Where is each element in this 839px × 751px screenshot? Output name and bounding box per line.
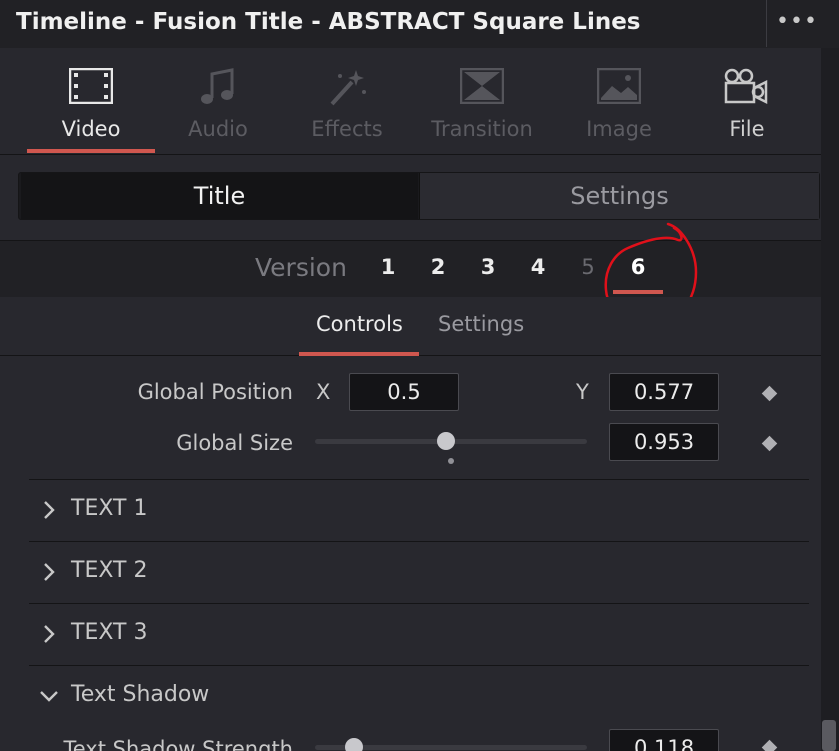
title-settings-toggle: Title Settings	[18, 172, 820, 220]
tab-transition-label: Transition	[431, 117, 533, 141]
section-title: TEXT 1	[71, 496, 148, 521]
chevron-right-icon	[44, 563, 55, 581]
section-text-3[interactable]: TEXT 3	[29, 603, 809, 666]
magic-wand-icon	[330, 70, 366, 106]
tab-video-label: Video	[61, 117, 121, 141]
y-axis-label: Y	[576, 380, 589, 404]
transition-icon	[460, 68, 504, 104]
tab-file-label: File	[729, 117, 765, 141]
keyframe-diamond-icon[interactable]	[761, 739, 778, 751]
global-size-slider-knob[interactable]	[437, 432, 455, 450]
version-4[interactable]: 4	[523, 255, 553, 279]
tab-file[interactable]: File	[683, 48, 811, 154]
text-shadow-strength-knob[interactable]	[345, 738, 363, 751]
chevron-right-icon	[44, 501, 55, 519]
section-text-1[interactable]: TEXT 1	[29, 479, 809, 542]
keyframe-diamond-icon[interactable]	[761, 385, 778, 402]
tab-image-label: Image	[586, 117, 652, 141]
inspector-panel: Timeline - Fusion Title - ABSTRACT Squar…	[0, 0, 839, 751]
global-size-label: Global Size	[176, 431, 293, 455]
slider-default-marker	[448, 458, 454, 464]
title-tab[interactable]: Title	[21, 173, 418, 219]
tab-image[interactable]: Image	[555, 48, 683, 154]
text-shadow-strength-field[interactable]: 0.118	[609, 729, 719, 751]
chevron-down-icon	[40, 691, 58, 702]
tab-effects[interactable]: Effects	[283, 48, 411, 154]
position-y-field[interactable]: 0.577	[609, 373, 719, 411]
image-icon	[597, 68, 641, 104]
global-position-label: Global Position	[137, 380, 293, 404]
film-icon	[69, 68, 113, 104]
section-text-2[interactable]: TEXT 2	[29, 541, 809, 604]
keyframe-diamond-icon[interactable]	[761, 435, 778, 452]
section-title: Text Shadow	[71, 682, 210, 707]
camera-icon	[724, 68, 768, 105]
section-text-shadow[interactable]: Text Shadow	[29, 665, 809, 728]
position-x-field[interactable]: 0.5	[349, 373, 459, 411]
version-selected-underline	[613, 290, 663, 294]
section-title: TEXT 2	[71, 558, 148, 583]
controls-tab[interactable]: Controls	[316, 312, 403, 336]
text-shadow-strength-label: Text Shadow Strength	[63, 737, 293, 751]
section-title: TEXT 3	[71, 620, 148, 645]
ellipsis-icon[interactable]: •••	[776, 8, 836, 36]
music-note-icon	[201, 68, 234, 104]
header-divider	[766, 0, 767, 47]
version-2[interactable]: 2	[423, 255, 453, 279]
settings-subtab[interactable]: Settings	[438, 312, 524, 336]
tab-transition[interactable]: Transition	[418, 48, 546, 154]
version-5[interactable]: 5	[573, 255, 603, 279]
tab-effects-label: Effects	[311, 117, 383, 141]
vertical-scrollbar[interactable]	[821, 48, 839, 751]
tab-audio-label: Audio	[188, 117, 248, 141]
scrollbar-thumb[interactable]	[822, 720, 836, 751]
controls-tab-underline	[299, 352, 419, 356]
chevron-right-icon	[44, 625, 55, 643]
x-axis-label: X	[316, 380, 331, 404]
version-label: Version	[255, 253, 347, 282]
tab-audio[interactable]: Audio	[154, 48, 282, 154]
panel-title: Timeline - Fusion Title - ABSTRACT Squar…	[16, 9, 641, 35]
version-3[interactable]: 3	[473, 255, 503, 279]
settings-tab[interactable]: Settings	[419, 173, 819, 219]
tab-video[interactable]: Video	[27, 48, 155, 154]
tab-video-underline	[27, 149, 155, 153]
version-selector: Version 1 2 3 4 5 6	[0, 240, 821, 298]
controls-settings-tabs: Controls Settings	[0, 297, 821, 356]
version-6[interactable]: 6	[623, 255, 653, 279]
panel-header: Timeline - Fusion Title - ABSTRACT Squar…	[0, 0, 839, 49]
global-size-field[interactable]: 0.953	[609, 423, 719, 461]
version-1[interactable]: 1	[373, 255, 403, 279]
media-type-tabs: Video Audio Effects Transition Image Fil…	[0, 48, 821, 155]
